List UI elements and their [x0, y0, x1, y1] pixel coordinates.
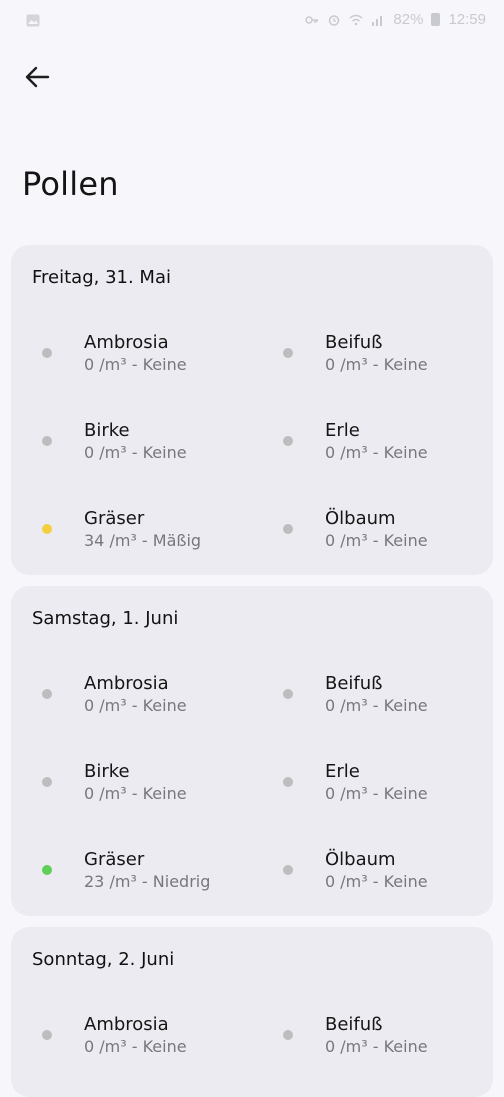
pollen-name: Erle — [325, 420, 360, 441]
pollen-item: Erle 0 /m³ - Keine — [11, 752, 493, 812]
pollen-name: Beifuß — [325, 1014, 383, 1035]
pollen-item: Ölbaum 0 /m³ - Keine — [11, 499, 493, 559]
battery-percent: 82% — [393, 11, 424, 28]
pollen-level-indicator — [283, 436, 293, 446]
key-icon — [305, 15, 319, 24]
pollen-value: 0 /m³ - Keine — [325, 1037, 428, 1056]
pollen-value: 0 /m³ - Keine — [325, 443, 428, 462]
back-button[interactable] — [16, 56, 58, 98]
pollen-name: Ölbaum — [325, 508, 396, 529]
page-title: Pollen — [22, 165, 119, 203]
day-card-title: Sonntag, 2. Juni — [32, 949, 175, 970]
gallery-notification-icon — [26, 14, 40, 27]
day-card-title: Freitag, 31. Mai — [32, 267, 171, 288]
status-bar: 82% 12:59 — [0, 0, 504, 44]
pollen-value: 0 /m³ - Keine — [325, 696, 428, 715]
pollen-value: 0 /m³ - Keine — [325, 531, 428, 550]
pollen-name: Beifuß — [325, 332, 383, 353]
day-card: Freitag, 31. Mai Ambrosia 0 /m³ - Keine Bei… — [11, 245, 493, 575]
wifi-icon — [349, 14, 363, 25]
pollen-value: 0 /m³ - Keine — [325, 355, 428, 374]
day-card-title: Samstag, 1. Juni — [32, 608, 179, 629]
pollen-item: Ölbaum 0 /m³ - Keine — [11, 840, 493, 900]
pollen-item: Beifuß 0 /m³ - Keine — [11, 323, 493, 383]
signal-icon — [372, 15, 383, 26]
pollen-name: Erle — [325, 761, 360, 782]
pollen-level-indicator — [283, 348, 293, 358]
day-card: Samstag, 1. Juni Ambrosia 0 /m³ - Keine Bei… — [11, 586, 493, 916]
pollen-level-indicator — [283, 777, 293, 787]
pollen-name: Ölbaum — [325, 849, 396, 870]
pollen-level-indicator — [283, 1030, 293, 1040]
status-time: 12:59 — [448, 11, 486, 28]
pollen-level-indicator — [283, 689, 293, 699]
pollen-value: 0 /m³ - Keine — [325, 872, 428, 891]
pollen-item: Erle 0 /m³ - Keine — [11, 411, 493, 471]
pollen-item: Beifuß 0 /m³ - Keine — [11, 664, 493, 724]
arrow-back-icon — [25, 66, 50, 88]
day-card: Sonntag, 2. Juni Ambrosia 0 /m³ - Keine Bei… — [11, 927, 493, 1097]
alarm-icon — [329, 14, 340, 26]
pollen-name: Beifuß — [325, 673, 383, 694]
status-icons: 82% 12:59 — [305, 11, 486, 28]
pollen-value: 0 /m³ - Keine — [325, 784, 428, 803]
battery-icon — [431, 13, 441, 26]
pollen-level-indicator — [283, 865, 293, 875]
pollen-level-indicator — [283, 524, 293, 534]
pollen-item: Beifuß 0 /m³ - Keine — [11, 1005, 493, 1065]
